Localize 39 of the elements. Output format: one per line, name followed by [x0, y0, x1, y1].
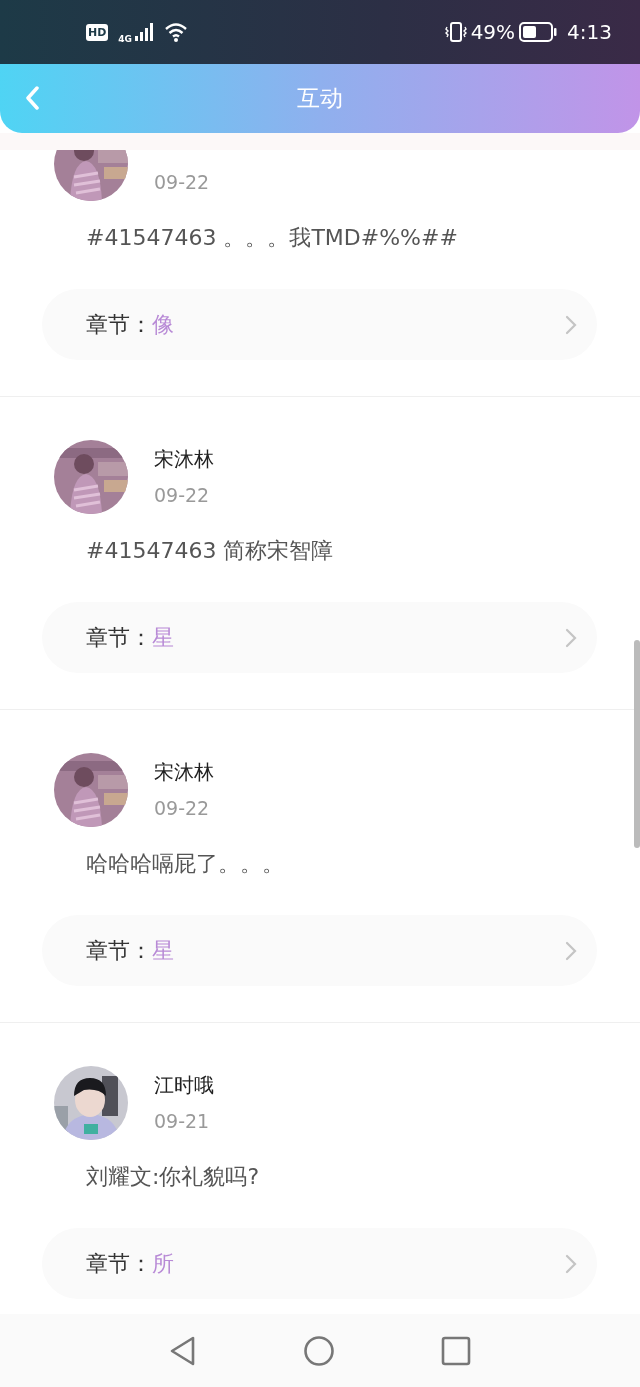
- chapter-label: 章节：: [86, 310, 152, 339]
- comment-date: 09-22: [154, 796, 211, 821]
- network-label: 4G: [118, 34, 132, 44]
- chapter-label: 章节：: [86, 1249, 152, 1278]
- battery-percent: 49%: [470, 20, 516, 44]
- chapter-title: 所: [152, 1249, 174, 1278]
- battery-icon: [519, 22, 558, 42]
- comment-date: 09-22: [154, 170, 210, 195]
- comment-text: #41547463 。。。我TMD#%%##: [85, 224, 459, 252]
- recents-square-icon[interactable]: [441, 1335, 471, 1366]
- chapter-row[interactable]: 章节：星: [42, 915, 597, 986]
- chevron-right-icon: [565, 940, 577, 961]
- chevron-right-icon: [565, 627, 577, 648]
- chevron-right-icon: [565, 314, 577, 335]
- vibrate-icon: [444, 21, 467, 43]
- user-name: 宋沐林: [154, 759, 214, 785]
- chapter-row[interactable]: 章节：星: [42, 602, 597, 673]
- back-triangle-icon[interactable]: [169, 1334, 197, 1367]
- chapter-label: 章节：: [86, 623, 152, 652]
- scrollbar[interactable]: [634, 640, 640, 848]
- comment-date: 09-21: [154, 1109, 211, 1134]
- user-name: 江时哦: [154, 1072, 214, 1098]
- home-circle-icon[interactable]: [303, 1334, 335, 1367]
- comment-text: #41547463 简称宋智障: [85, 537, 335, 565]
- comment-text: 哈哈哈嗝屁了。。。: [85, 850, 285, 878]
- chapter-title: 星: [152, 623, 174, 652]
- chapter-label: 章节：: [86, 936, 152, 965]
- page-title: 互动: [297, 84, 343, 113]
- user-name: 宋沐林: [154, 446, 214, 472]
- chapter-title: 星: [152, 936, 174, 965]
- comment-text: 刘耀文:你礼貌吗?: [85, 1163, 261, 1191]
- chapter-title: 像: [152, 310, 174, 339]
- clock-time: 4:13: [567, 20, 612, 44]
- chapter-row[interactable]: 章节：所: [42, 1228, 597, 1299]
- signal-icon: [134, 22, 156, 42]
- hd-badge: HD: [86, 23, 109, 41]
- chevron-right-icon: [565, 1253, 577, 1274]
- chapter-row[interactable]: 章节：像: [42, 289, 597, 360]
- comment-date: 09-22: [154, 483, 211, 508]
